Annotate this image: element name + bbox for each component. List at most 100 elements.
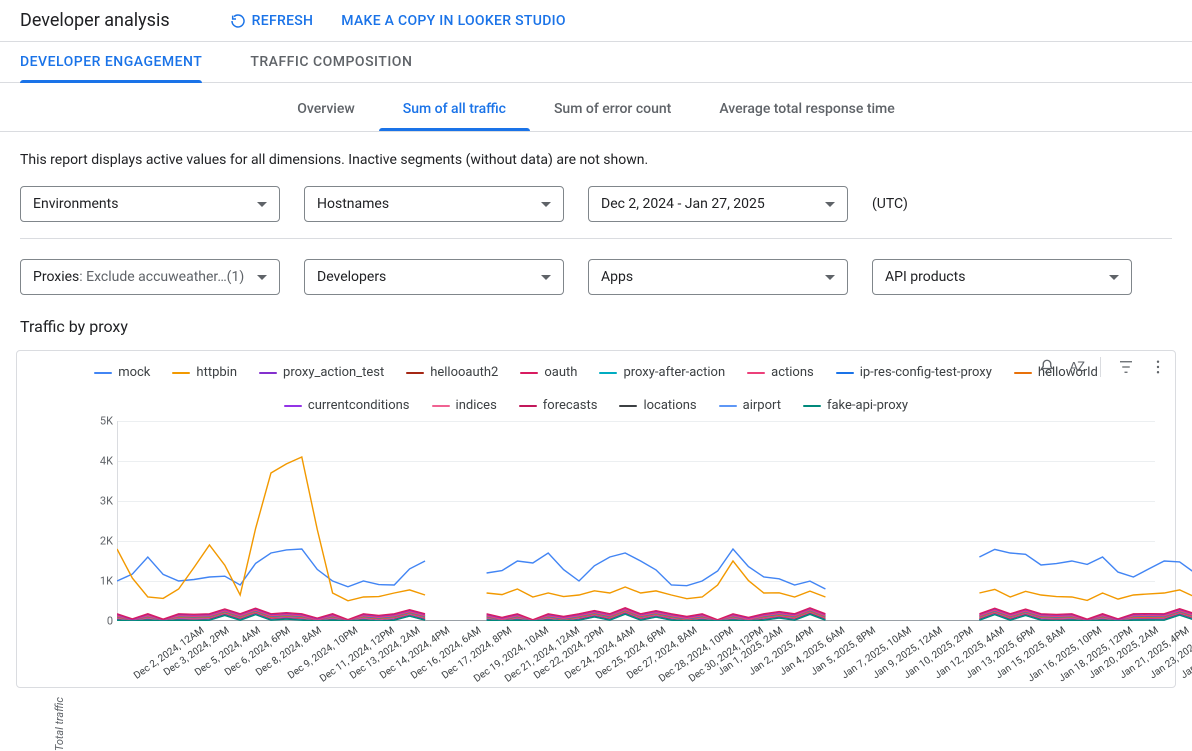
- notification-icon[interactable]: [1038, 358, 1056, 376]
- legend-item-ip-res-config-test-proxy[interactable]: ip-res-config-test-proxy: [836, 365, 992, 380]
- primary-tab-1[interactable]: TRAFFIC COMPOSITION: [250, 42, 412, 82]
- refresh-icon: [230, 13, 246, 29]
- legend-item-mock[interactable]: mock: [94, 365, 150, 380]
- primary-tab-0[interactable]: DEVELOPER ENGAGEMENT: [20, 42, 202, 82]
- hostnames-label: Hostnames: [317, 196, 389, 212]
- legend-swatch: [747, 372, 765, 374]
- legend-item-oauth[interactable]: oauth: [520, 365, 577, 380]
- legend-swatch: [599, 372, 617, 374]
- legend-item-actions[interactable]: actions: [747, 365, 814, 380]
- y-tick: 4K: [100, 455, 113, 468]
- primary-tab-bar: DEVELOPER ENGAGEMENT TRAFFIC COMPOSITION: [0, 42, 1192, 83]
- legend-item-fake-api-proxy[interactable]: fake-api-proxy: [803, 398, 908, 413]
- legend-item-currentconditions[interactable]: currentconditions: [284, 398, 410, 413]
- chevron-down-icon: [257, 202, 267, 207]
- legend-swatch: [520, 372, 538, 374]
- chart-card: A͎Z mock httpbin proxy_action_test hellooau…: [16, 350, 1176, 688]
- legend-swatch: [803, 405, 821, 407]
- chevron-down-icon: [825, 275, 835, 280]
- series-line-httpbin: [117, 457, 425, 601]
- legend-label: forecasts: [543, 398, 598, 413]
- sort-az-icon[interactable]: A͎Z: [1070, 359, 1084, 375]
- apps-dropdown[interactable]: Apps: [588, 259, 848, 295]
- api-products-dropdown[interactable]: API products: [872, 259, 1132, 295]
- legend-item-proxy-after-action[interactable]: proxy-after-action: [599, 365, 725, 380]
- legend-label: oauth: [544, 365, 577, 380]
- series-line-mock: [487, 549, 826, 589]
- legend-swatch: [284, 405, 302, 407]
- chevron-down-icon: [541, 275, 551, 280]
- legend-swatch: [519, 405, 537, 407]
- y-tick: 5K: [100, 415, 113, 428]
- filter-icon[interactable]: [1117, 358, 1135, 376]
- x-axis-ticks: Dec 2, 2024, 12AMDec 3, 2024, 2PMDec 5, …: [77, 621, 1155, 679]
- legend-swatch: [432, 405, 450, 407]
- chart-body: 5K4K3K2K1K0: [77, 421, 1155, 621]
- sub-tab-1[interactable]: Sum of all traffic: [379, 83, 530, 131]
- chevron-down-icon: [541, 202, 551, 207]
- y-tick: 1K: [100, 575, 113, 588]
- api-products-label: API products: [885, 269, 965, 285]
- toolbar-separator: [1100, 357, 1101, 377]
- chevron-down-icon: [257, 275, 267, 280]
- legend-label: mock: [118, 365, 150, 380]
- chevron-down-icon: [825, 202, 835, 207]
- date-range-dropdown[interactable]: Dec 2, 2024 - Jan 27, 2025: [588, 186, 848, 222]
- refresh-label: REFRESH: [252, 13, 314, 29]
- sub-tab-2[interactable]: Sum of error count: [530, 83, 695, 131]
- legend-swatch: [406, 372, 424, 374]
- filter-row-1: Environments Hostnames Dec 2, 2024 - Jan…: [0, 178, 1192, 234]
- legend-swatch: [172, 372, 190, 374]
- chevron-down-icon: [1109, 275, 1119, 280]
- more-vert-icon[interactable]: [1149, 358, 1167, 376]
- y-axis-label: Total traffic: [53, 697, 66, 751]
- environments-dropdown[interactable]: Environments: [20, 186, 280, 222]
- legend-label: actions: [771, 365, 814, 380]
- legend-item-forecasts[interactable]: forecasts: [519, 398, 598, 413]
- y-axis-ticks: 5K4K3K2K1K0: [77, 421, 117, 621]
- page-title: Developer analysis: [20, 10, 170, 31]
- legend-item-hellooauth2[interactable]: hellooauth2: [406, 365, 498, 380]
- legend-item-airport[interactable]: airport: [719, 398, 781, 413]
- refresh-button[interactable]: REFRESH: [230, 13, 314, 29]
- legend-item-httpbin[interactable]: httpbin: [172, 365, 237, 380]
- top-bar: Developer analysis REFRESH MAKE A COPY I…: [0, 0, 1192, 42]
- chart-legend: mock httpbin proxy_action_test hellooauth2 o…: [29, 361, 1163, 421]
- legend-swatch: [94, 372, 112, 374]
- section-title: Traffic by proxy: [0, 307, 1192, 340]
- legend-label: proxy_action_test: [283, 365, 384, 380]
- date-range-label: Dec 2, 2024 - Jan 27, 2025: [601, 196, 765, 212]
- legend-swatch: [836, 372, 854, 374]
- legend-label: ip-res-config-test-proxy: [860, 365, 992, 380]
- hostnames-dropdown[interactable]: Hostnames: [304, 186, 564, 222]
- series-line-httpbin: [979, 589, 1192, 600]
- environments-label: Environments: [33, 196, 118, 212]
- legend-item-proxy_action_test[interactable]: proxy_action_test: [259, 365, 384, 380]
- legend-swatch: [1014, 372, 1032, 374]
- proxies-dropdown[interactable]: Proxies: Exclude accuweather…(1): [20, 259, 280, 295]
- chart-toolbar: A͎Z: [1038, 357, 1167, 377]
- developers-label: Developers: [317, 269, 386, 285]
- legend-item-locations[interactable]: locations: [619, 398, 696, 413]
- legend-label: currentconditions: [308, 398, 410, 413]
- y-tick: 2K: [100, 535, 113, 548]
- series-line-mock: [117, 549, 425, 587]
- report-description: This report displays active values for a…: [0, 132, 1192, 178]
- legend-label: fake-api-proxy: [827, 398, 908, 413]
- developers-dropdown[interactable]: Developers: [304, 259, 564, 295]
- filter-divider: [20, 238, 1172, 239]
- timezone-label: (UTC): [872, 196, 908, 212]
- filter-row-2: Proxies: Exclude accuweather…(1) Develop…: [0, 251, 1192, 307]
- legend-label: airport: [743, 398, 781, 413]
- legend-label: proxy-after-action: [623, 365, 725, 380]
- sub-tab-0[interactable]: Overview: [273, 83, 378, 131]
- legend-swatch: [619, 405, 637, 407]
- legend-swatch: [719, 405, 737, 407]
- apps-label: Apps: [601, 269, 633, 285]
- series-line-httpbin: [487, 561, 826, 599]
- looker-copy-link[interactable]: MAKE A COPY IN LOOKER STUDIO: [341, 13, 566, 29]
- legend-label: httpbin: [196, 365, 237, 380]
- legend-swatch: [259, 372, 277, 374]
- sub-tab-3[interactable]: Average total response time: [695, 83, 918, 131]
- legend-item-indices[interactable]: indices: [432, 398, 497, 413]
